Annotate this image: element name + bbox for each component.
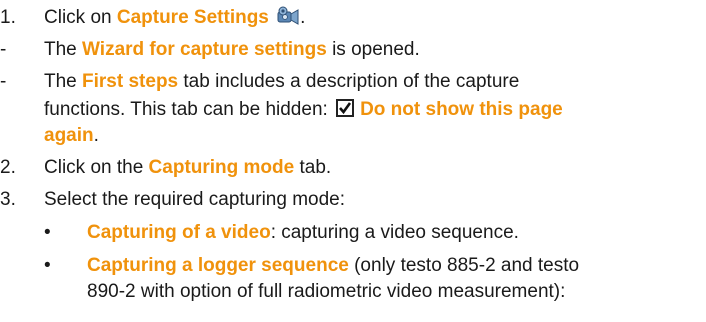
capture-logger-label: Capturing a logger sequence	[87, 255, 349, 276]
step-marker: 3.	[0, 189, 16, 210]
bullet-marker: •	[44, 255, 51, 276]
do-not-show-label: Do not show this page	[360, 99, 563, 120]
step-marker: 2.	[0, 157, 16, 178]
checkbox-checked-icon	[336, 99, 355, 117]
wizard-label: Wizard for capture settings	[82, 39, 327, 60]
capture-video-label: Capturing of a video	[87, 222, 271, 243]
dash-marker: -	[0, 39, 7, 60]
video-camera-icon	[276, 6, 300, 26]
dash-marker: -	[0, 71, 7, 92]
step-text: Click on	[44, 7, 117, 28]
first-steps-label: First steps	[82, 71, 179, 92]
step-marker: 1.	[0, 7, 16, 28]
capturing-mode-label: Capturing mode	[148, 157, 295, 178]
bullet-marker: •	[44, 222, 51, 243]
step-text: Select the required capturing mode:	[44, 189, 346, 210]
capture-settings-label: Capture Settings	[116, 7, 269, 28]
